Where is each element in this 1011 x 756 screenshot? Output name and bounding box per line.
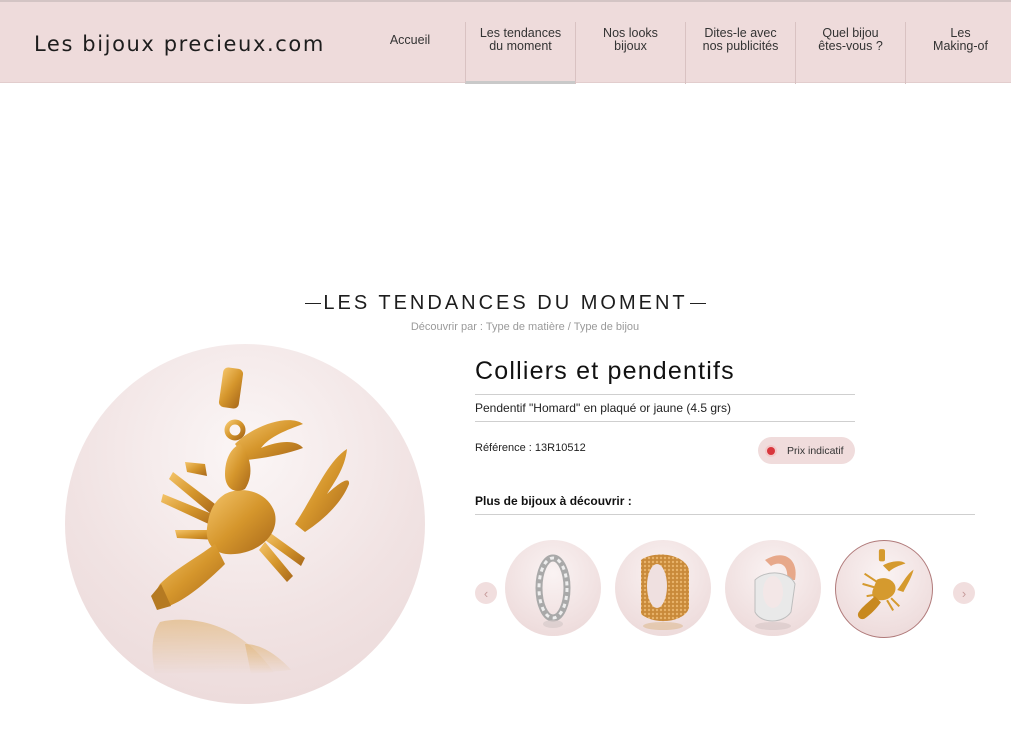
- silver-twisted-ring-image: [535, 554, 571, 628]
- carousel-item-silver-rose-ring[interactable]: [725, 540, 821, 636]
- lobster-pendant-image: [151, 367, 350, 674]
- nav-item-tendances[interactable]: Les tendances du moment: [465, 22, 575, 84]
- nav-item-making-of[interactable]: Les Making-of: [905, 22, 1011, 84]
- nav-item-quel-bijou[interactable]: Quel bijou êtes-vous ?: [795, 22, 905, 84]
- product-reference: Référence : 13R10512: [475, 442, 586, 454]
- carousel-item-twisted-silver-ring[interactable]: [505, 540, 601, 636]
- nav-label: bijoux: [614, 39, 647, 53]
- carousel-item-lobster-pendant[interactable]: [835, 540, 933, 638]
- silver-rose-gold-ring-image: [754, 555, 796, 630]
- divider: [475, 394, 855, 395]
- filter-type-link[interactable]: Type de bijou: [574, 321, 639, 333]
- carousel-item-gold-mesh-ring[interactable]: [615, 540, 711, 636]
- carousel-prev-button[interactable]: ‹: [475, 582, 497, 604]
- filter-prefix: Découvrir par :: [410, 321, 486, 333]
- section-title: LES TENDANCES DU MOMENT: [0, 292, 1011, 315]
- nav-item-looks[interactable]: Nos looks bijoux: [575, 22, 685, 84]
- product-image: [65, 344, 425, 704]
- price-indicatif-button[interactable]: Prix indicatif: [758, 437, 855, 464]
- divider: [475, 514, 975, 515]
- product-category-title: Colliers et pendentifs: [475, 357, 735, 385]
- filter-material-link[interactable]: Type de matière: [486, 321, 565, 333]
- more-jewelry-heading: Plus de bijoux à découvrir :: [475, 494, 632, 508]
- main-nav: Accueil Les tendances du moment Nos look…: [355, 22, 1011, 84]
- nav-label: du moment: [489, 39, 552, 53]
- price-button-label: Prix indicatif: [787, 444, 844, 457]
- site-header: Les bijoux precieux.com Accueil Les tend…: [0, 0, 1011, 84]
- nav-item-accueil[interactable]: Accueil: [355, 22, 465, 84]
- product-description: Pendentif "Homard" en plaqué or jaune (4…: [475, 401, 732, 415]
- site-logo[interactable]: Les bijoux precieux.com: [34, 32, 325, 56]
- chevron-left-icon: ‹: [483, 585, 489, 601]
- status-dot-icon: [767, 446, 775, 455]
- title-dash-left: [305, 303, 322, 305]
- nav-label: êtes-vous ?: [818, 39, 883, 53]
- lobster-pendant-thumb-image: [857, 549, 914, 620]
- gold-mesh-ring-image: [641, 554, 689, 630]
- chevron-right-icon: ›: [961, 585, 967, 601]
- title-dash-right: [689, 303, 706, 305]
- nav-label: Accueil: [389, 33, 431, 47]
- nav-label: Making-of: [933, 39, 988, 53]
- section-title-text: LES TENDANCES DU MOMENT: [323, 292, 688, 314]
- nav-label: nos publicités: [702, 39, 779, 53]
- filter-separator: /: [564, 321, 574, 333]
- nav-item-publicites[interactable]: Dites-le avec nos publicités: [685, 22, 795, 84]
- divider: [475, 421, 855, 422]
- carousel-next-button[interactable]: ›: [953, 582, 975, 604]
- filter-breadcrumb: Découvrir par : Type de matière / Type d…: [0, 321, 1011, 333]
